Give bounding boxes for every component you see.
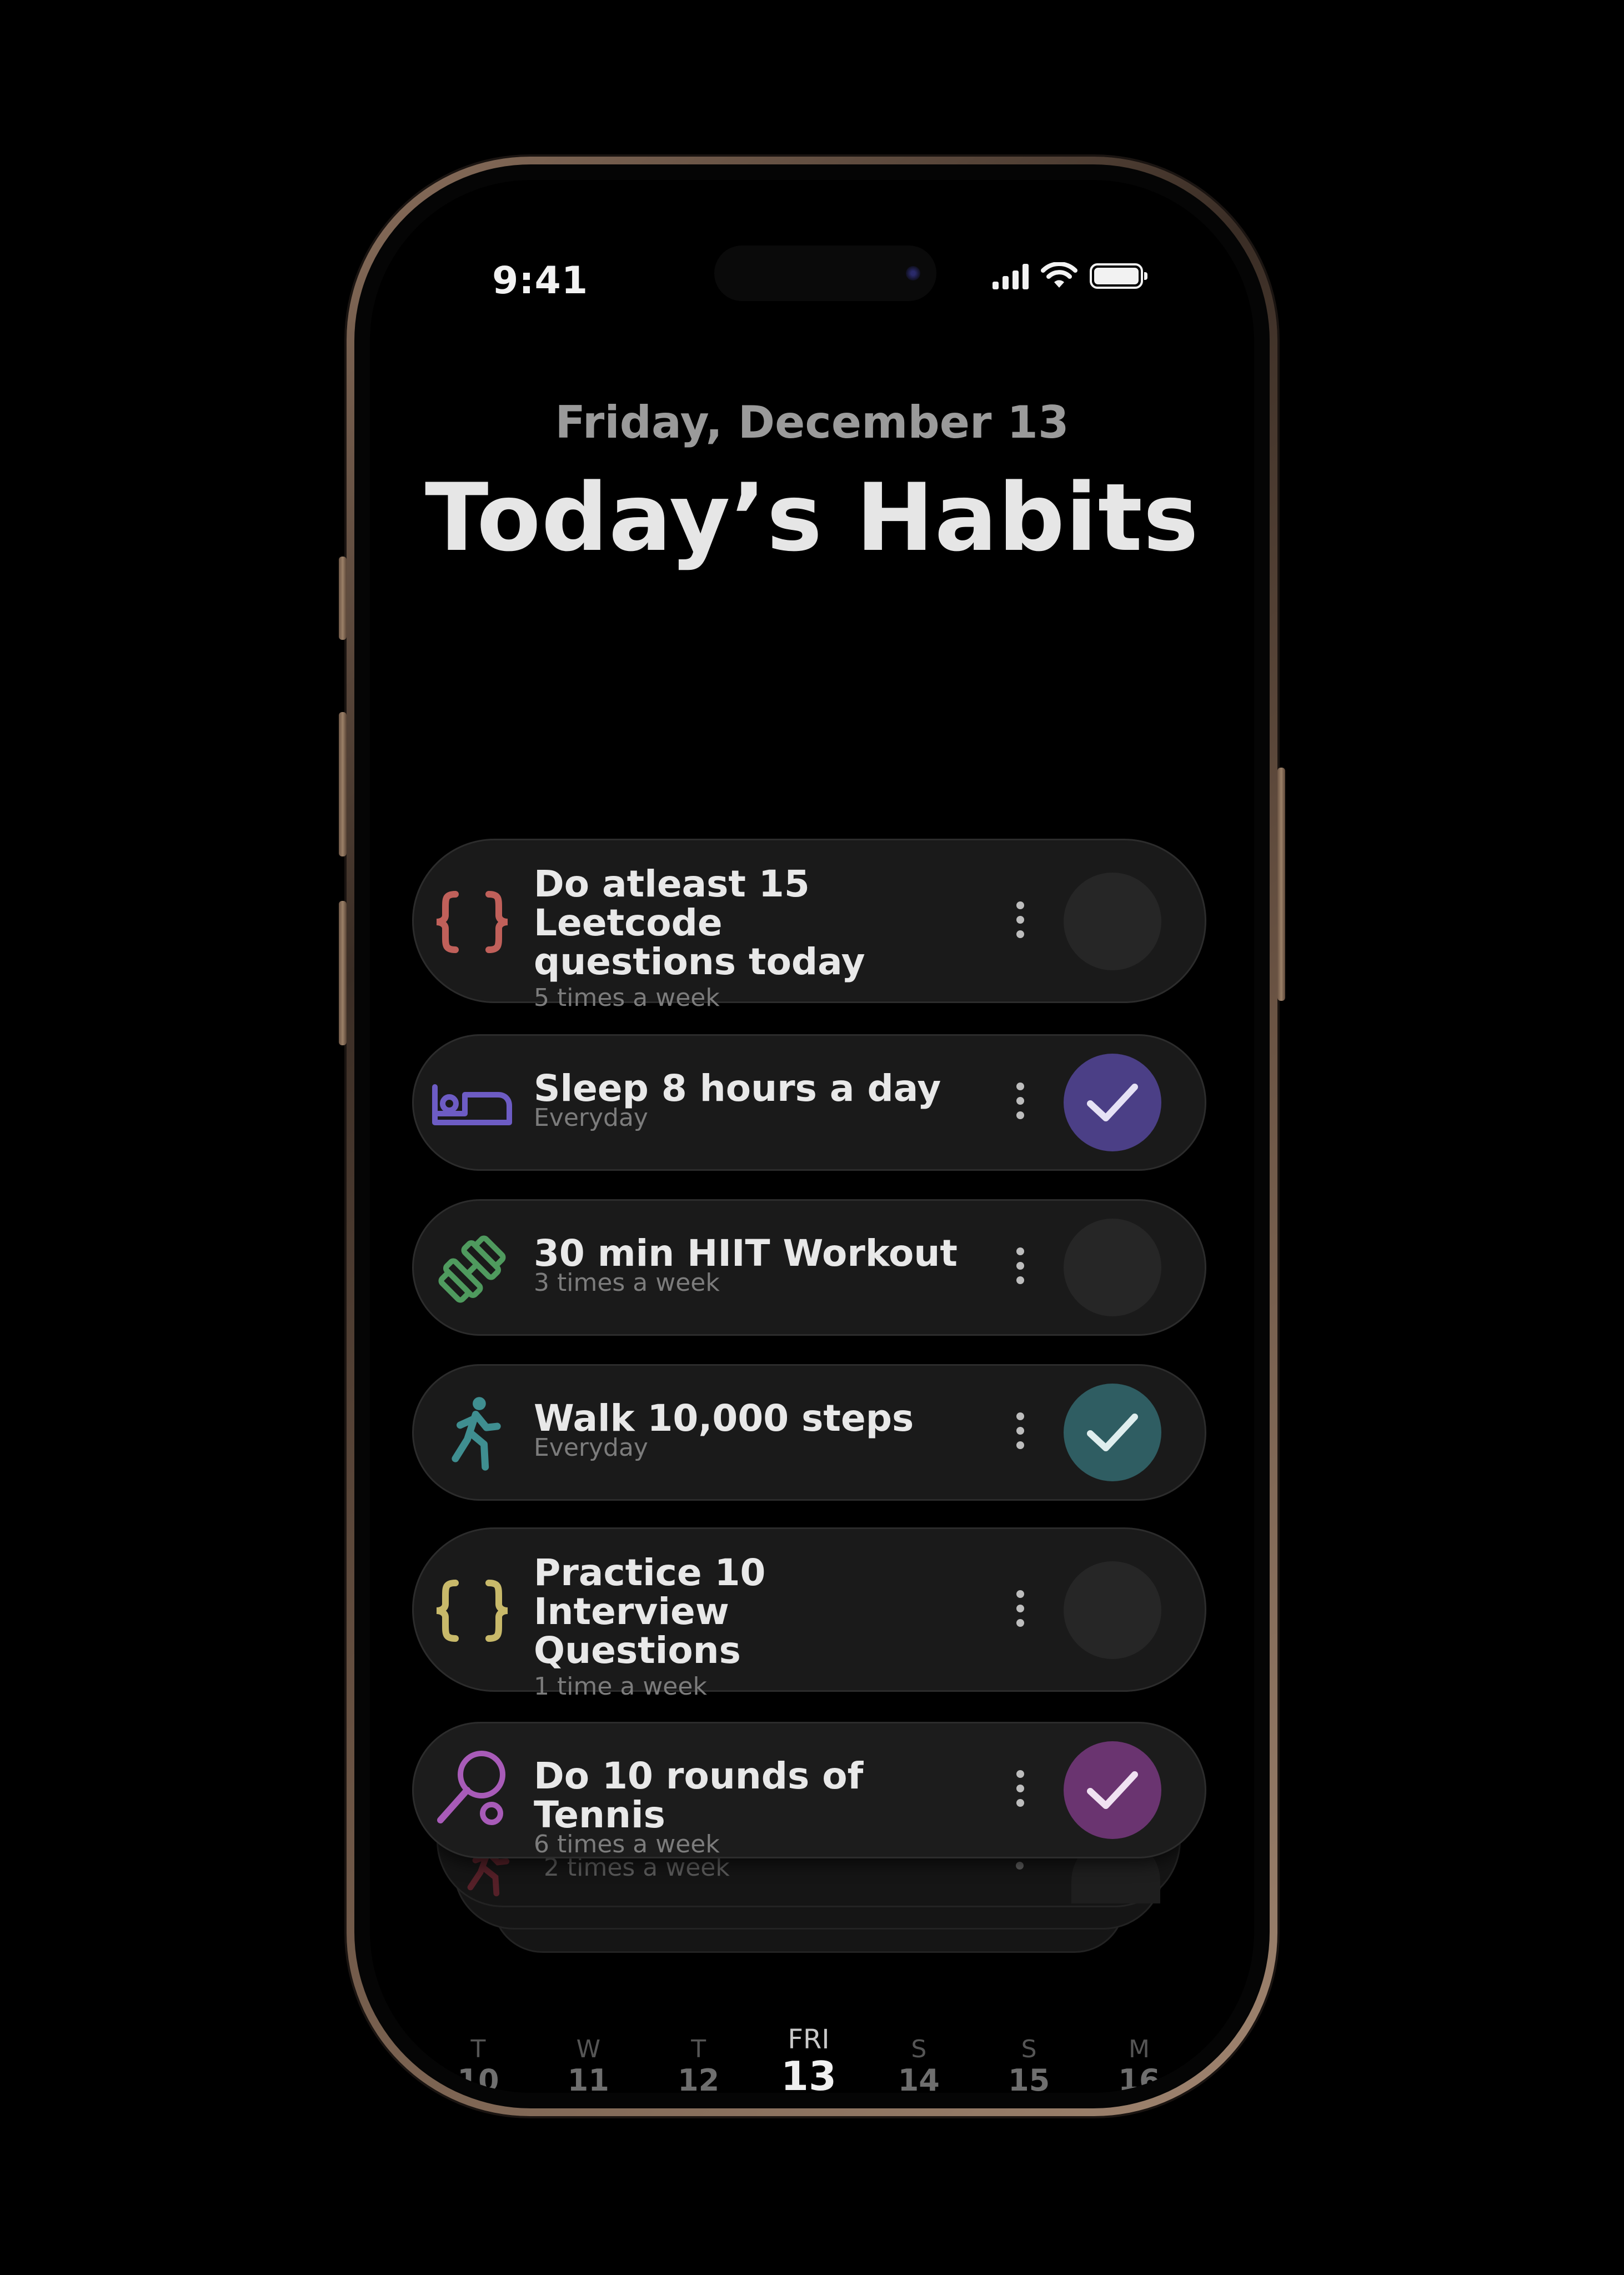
day-number: 15	[1008, 2063, 1050, 2093]
current-date: Friday, December 13	[555, 397, 1069, 448]
day-sat-14[interactable]: S 14	[877, 2035, 960, 2093]
week-day-picker: T 10 W 11 T 12 FRI 13 S 14 S 15 M 16	[437, 2025, 1181, 2093]
day-letter: T	[691, 2035, 706, 2063]
page-title: Today’s Habits	[424, 463, 1200, 572]
day-letter: S	[1021, 2035, 1037, 2063]
day-letter: T	[470, 2035, 486, 2063]
day-number: 16	[1118, 2063, 1160, 2093]
habit-title: Do atleast 15 Leetcode questions today	[534, 865, 967, 981]
day-letter: W	[576, 2035, 601, 2063]
day-letter: FRI	[788, 2024, 830, 2055]
habit-card-tennis[interactable]: Do 10 rounds of Tennis 6 times a week	[412, 1722, 1206, 1858]
day-sun-15[interactable]: S 15	[988, 2035, 1071, 2093]
habit-title: Walk 10,000 steps	[534, 1397, 914, 1440]
phone-frame: 9:41 Friday, December 13 Today’s Habits	[339, 157, 1285, 2116]
habit-title-line: Questions	[534, 1629, 741, 1672]
phone-bezel: 9:41 Friday, December 13 Today’s Habits	[354, 164, 1270, 2108]
habit-card-hiit[interactable]: 30 min HIIT Workout 3 times a week	[412, 1199, 1206, 1336]
habit-title: Sleep 8 hours a day	[534, 1067, 941, 1110]
dumbbell-icon	[430, 1227, 514, 1311]
day-letter: S	[911, 2035, 927, 2063]
day-tue-10[interactable]: T 10	[437, 2035, 520, 2093]
habit-text: Do 10 rounds of Tennis 6 times a week	[534, 1757, 967, 1859]
habit-checkbox-checked[interactable]	[1064, 1384, 1161, 1481]
cellular-signal-icon	[993, 263, 1029, 289]
habit-checkbox[interactable]	[1064, 1561, 1161, 1659]
habit-frequency: 1 time a week	[534, 1672, 707, 1701]
day-thu-12[interactable]: T 12	[657, 2035, 740, 2093]
day-letter: M	[1128, 2035, 1150, 2063]
more-options-icon[interactable]	[1009, 1083, 1031, 1119]
habit-card-interview[interactable]: Practice 10 Interview Questions 1 time a…	[412, 1527, 1206, 1701]
habit-title-line: questions today	[534, 940, 865, 983]
habit-text: Do atleast 15 Leetcode questions today 5…	[534, 865, 967, 1013]
habit-checkbox[interactable]	[1064, 873, 1161, 970]
running-person-icon	[430, 1392, 514, 1476]
habit-title-line: Practice 10 Interview	[534, 1551, 766, 1633]
more-options-icon[interactable]	[1009, 1247, 1031, 1284]
habit-title: 30 min HIIT Workout	[534, 1232, 958, 1275]
checkmark-icon	[1087, 1084, 1138, 1121]
day-number: 10	[457, 2063, 499, 2093]
day-number: 13	[780, 2053, 837, 2093]
habit-checkbox-checked[interactable]	[1064, 1054, 1161, 1151]
power-button	[1277, 768, 1285, 1001]
tennis-racket-icon	[430, 1746, 514, 1829]
habit-text: 30 min HIIT Workout 3 times a week	[534, 1234, 967, 1297]
day-mon-16[interactable]: M 16	[1097, 2035, 1181, 2093]
habit-card-leetcode[interactable]: Do atleast 15 Leetcode questions today 5…	[412, 839, 1206, 1012]
habit-card-walk[interactable]: Walk 10,000 steps Everyday	[412, 1364, 1206, 1501]
habit-frequency: 5 times a week	[534, 984, 720, 1012]
wifi-icon	[1041, 262, 1077, 288]
habit-title-line: Do atleast 15 Leetcode	[534, 863, 810, 944]
action-button	[339, 557, 347, 640]
camera-icon	[906, 266, 920, 280]
curly-braces-icon	[430, 880, 514, 964]
volume-up-button	[339, 712, 347, 856]
more-options-icon[interactable]	[1009, 1412, 1031, 1449]
checkmark-icon	[1087, 1414, 1138, 1451]
day-fri-13-selected[interactable]: FRI 13	[767, 2025, 850, 2093]
curly-braces-icon	[430, 1569, 514, 1652]
status-time: 9:41	[492, 259, 589, 303]
bed-icon	[430, 1063, 514, 1146]
habit-title: Do 10 rounds of Tennis	[534, 1755, 864, 1836]
habit-checkbox-checked[interactable]	[1064, 1741, 1161, 1839]
day-number: 11	[567, 2063, 609, 2093]
dynamic-island	[714, 245, 936, 301]
volume-down-button	[339, 901, 347, 1045]
day-number: 14	[898, 2063, 940, 2093]
day-wed-11[interactable]: W 11	[547, 2035, 630, 2093]
habit-checkbox[interactable]	[1064, 1219, 1161, 1316]
habit-text: Practice 10 Interview Questions 1 time a…	[534, 1554, 967, 1701]
status-icons	[993, 262, 1147, 290]
habit-card-sleep[interactable]: Sleep 8 hours a day Everyday	[412, 1034, 1206, 1171]
screen: 9:41 Friday, December 13 Today’s Habits	[370, 180, 1254, 2093]
checkmark-icon	[1087, 1771, 1138, 1809]
habit-title: Practice 10 Interview Questions	[534, 1554, 967, 1670]
menu-icon	[1016, 1862, 1024, 1870]
more-options-icon[interactable]	[1009, 901, 1031, 938]
habit-text: Walk 10,000 steps Everyday	[534, 1399, 967, 1462]
battery-icon	[1090, 263, 1147, 289]
more-options-icon[interactable]	[1009, 1590, 1031, 1627]
habit-text: Sleep 8 hours a day Everyday	[534, 1069, 967, 1133]
day-number: 12	[678, 2063, 720, 2093]
habit-frequency: 6 times a week	[534, 1830, 720, 1858]
more-options-icon[interactable]	[1009, 1770, 1031, 1807]
